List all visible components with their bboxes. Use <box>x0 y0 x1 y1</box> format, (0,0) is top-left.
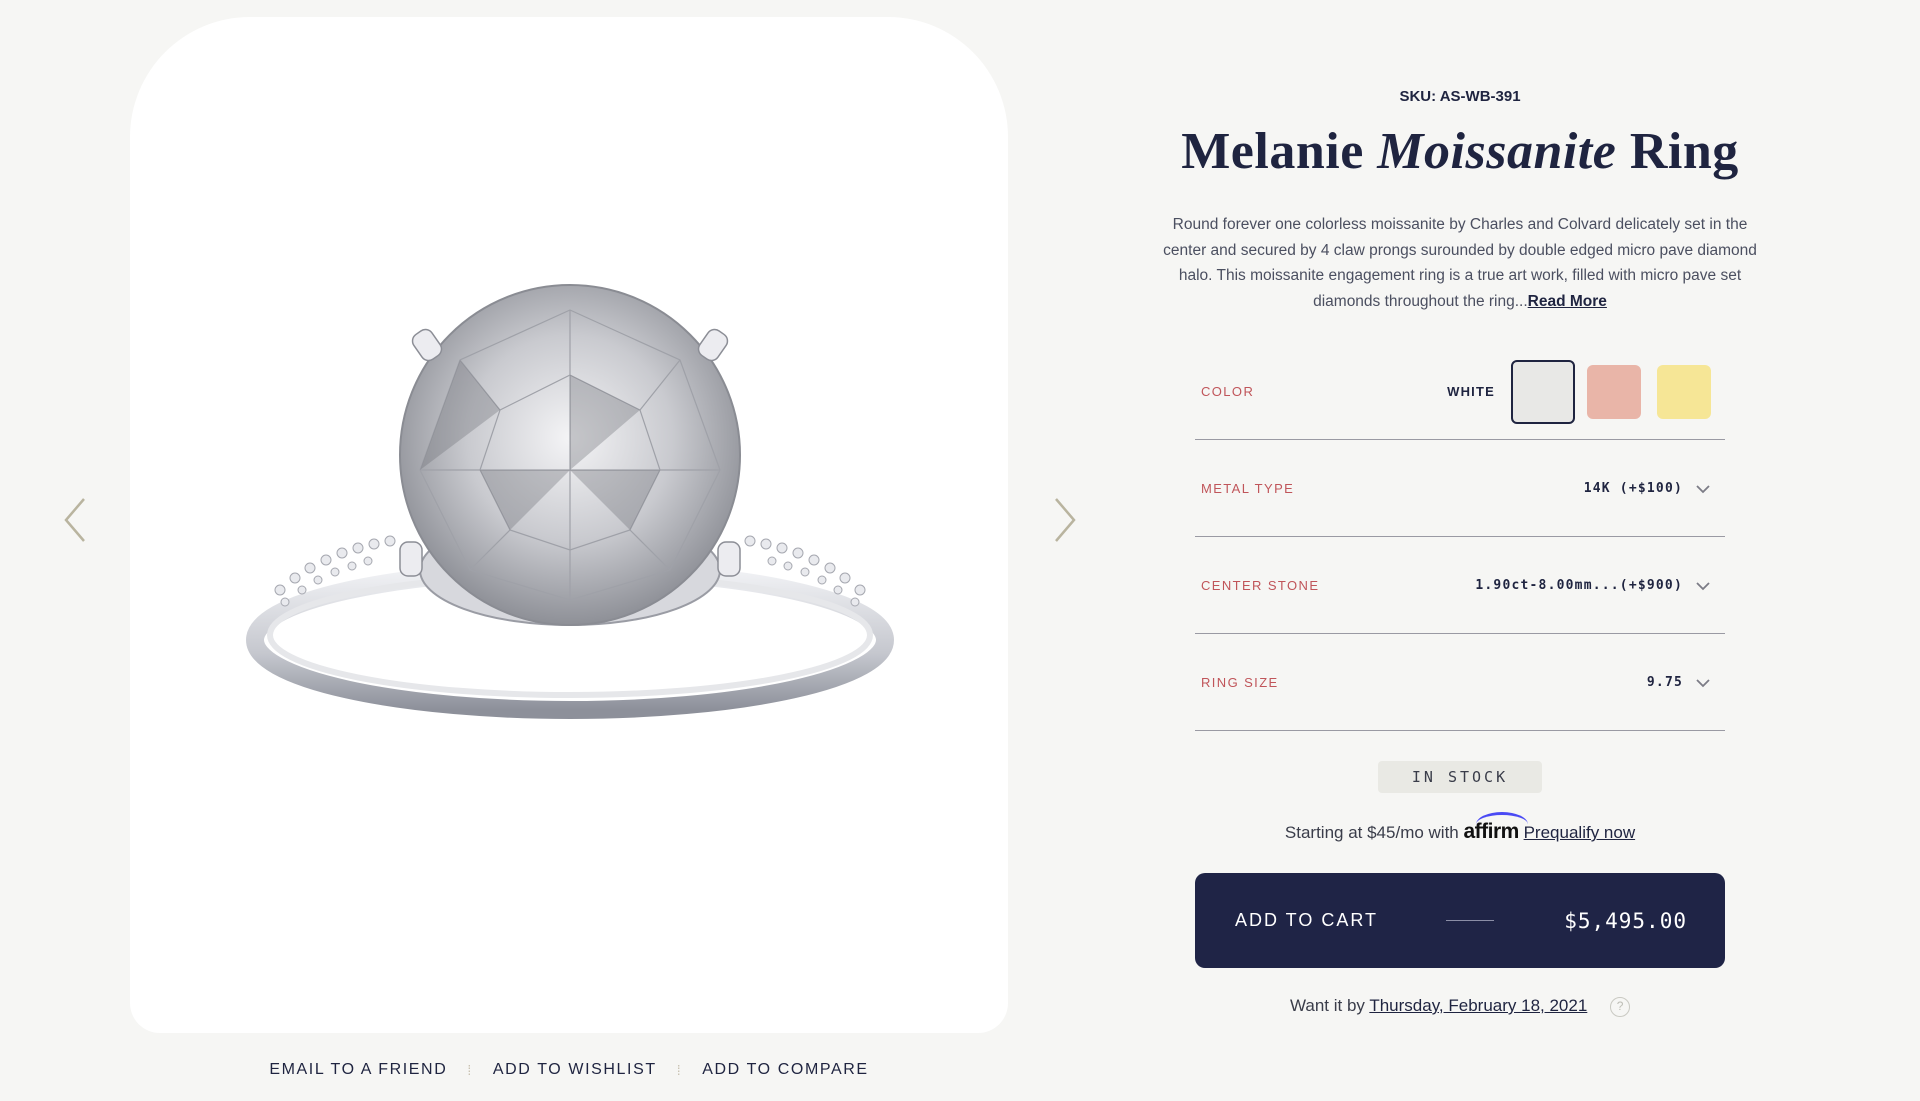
button-divider <box>1446 920 1495 921</box>
product-description: Round forever one colorless moissanite b… <box>1160 212 1760 314</box>
selected-color-name: WHITE <box>1447 384 1495 399</box>
color-option: COLOR WHITE <box>1195 344 1725 440</box>
swatch-white[interactable] <box>1511 359 1575 424</box>
color-swatches: WHITE <box>1447 359 1711 424</box>
metal-type-option[interactable]: METAL TYPE 14K (+$100) <box>1195 441 1725 537</box>
center-stone-option[interactable]: CENTER STONE 1.90ct-8.00mm...(+$900) <box>1195 538 1725 634</box>
chevron-down-icon <box>1695 678 1711 688</box>
action-separator: ⁞ <box>467 1062 473 1078</box>
chevron-down-icon <box>1695 581 1711 591</box>
delivery-date-link[interactable]: Thursday, February 18, 2021 <box>1369 996 1587 1015</box>
metal-type-label: METAL TYPE <box>1201 481 1295 496</box>
financing-info: Starting at $45/mo with affirm Prequalif… <box>1150 820 1770 844</box>
next-image-button[interactable] <box>1046 495 1082 545</box>
center-stone-value: 1.90ct-8.00mm...(+$900) <box>1475 578 1683 593</box>
ring-size-value: 9.75 <box>1646 675 1683 690</box>
previous-image-button[interactable] <box>58 495 94 545</box>
email-to-friend-link[interactable]: EMAIL TO A FRIEND <box>269 1061 447 1079</box>
affirm-logo: affirm <box>1463 820 1520 843</box>
product-title: Melanie Moissanite Ring <box>1150 122 1770 181</box>
title-part-1: Melanie <box>1181 123 1364 180</box>
description-text: Round forever one colorless moissanite b… <box>1163 216 1757 310</box>
action-separator: ⁞ <box>676 1062 683 1078</box>
color-label: COLOR <box>1201 384 1255 399</box>
title-part-2: Ring <box>1629 123 1739 180</box>
product-price: $5,495.00 <box>1564 908 1687 933</box>
metal-type-value: 14K (+$100) <box>1583 481 1683 496</box>
center-stone-label: CENTER STONE <box>1201 578 1320 593</box>
stock-status-badge: IN STOCK <box>1378 761 1542 793</box>
delivery-prefix: Want it by <box>1289 996 1365 1015</box>
chevron-right-icon <box>1055 498 1076 542</box>
chevron-down-icon <box>1695 484 1711 494</box>
financing-prefix: Starting at $45/mo with <box>1284 823 1459 842</box>
gallery-actions: EMAIL TO A FRIEND ⁞ ADD TO WISHLIST ⁞ AD… <box>0 1061 1138 1079</box>
product-details-panel: SKU: AS-WB-391 Melanie Moissanite Ring R… <box>1150 0 1770 1101</box>
ring-size-label: RING SIZE <box>1201 675 1279 690</box>
swatch-yellow[interactable] <box>1657 364 1711 419</box>
product-sku: SKU: AS-WB-391 <box>1399 88 1521 105</box>
add-to-cart-label: ADD TO CART <box>1235 910 1379 930</box>
add-to-compare-link[interactable]: ADD TO COMPARE <box>702 1061 868 1079</box>
metal-type-select[interactable]: 14K (+$100) <box>1584 481 1711 496</box>
title-emphasis: Moissanite <box>1377 123 1617 180</box>
ring-image <box>246 284 894 719</box>
chevron-left-icon <box>64 498 85 542</box>
add-to-wishlist-link[interactable]: ADD TO WISHLIST <box>493 1061 657 1079</box>
delivery-estimate: Want it by Thursday, February 18, 2021 ? <box>1150 996 1770 1017</box>
read-more-link[interactable]: Read More <box>1528 293 1607 310</box>
swatch-rose[interactable] <box>1587 364 1641 419</box>
ring-size-select[interactable]: 9.75 <box>1647 675 1711 690</box>
center-stone-select[interactable]: 1.90ct-8.00mm...(+$900) <box>1475 578 1711 593</box>
prequalify-link[interactable]: Prequalify now <box>1524 823 1636 842</box>
ring-size-option[interactable]: RING SIZE 9.75 <box>1195 635 1725 731</box>
add-to-cart-button[interactable]: ADD TO CART $5,495.00 <box>1195 873 1725 968</box>
help-icon[interactable]: ? <box>1610 996 1631 1017</box>
